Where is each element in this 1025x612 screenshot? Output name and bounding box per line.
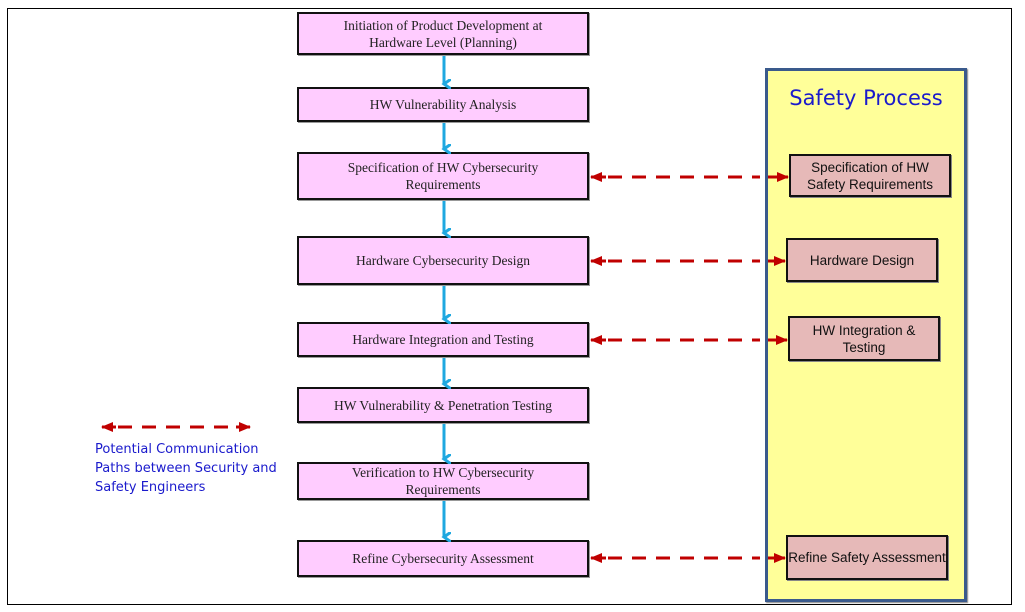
connectors-layer [101,56,789,563]
